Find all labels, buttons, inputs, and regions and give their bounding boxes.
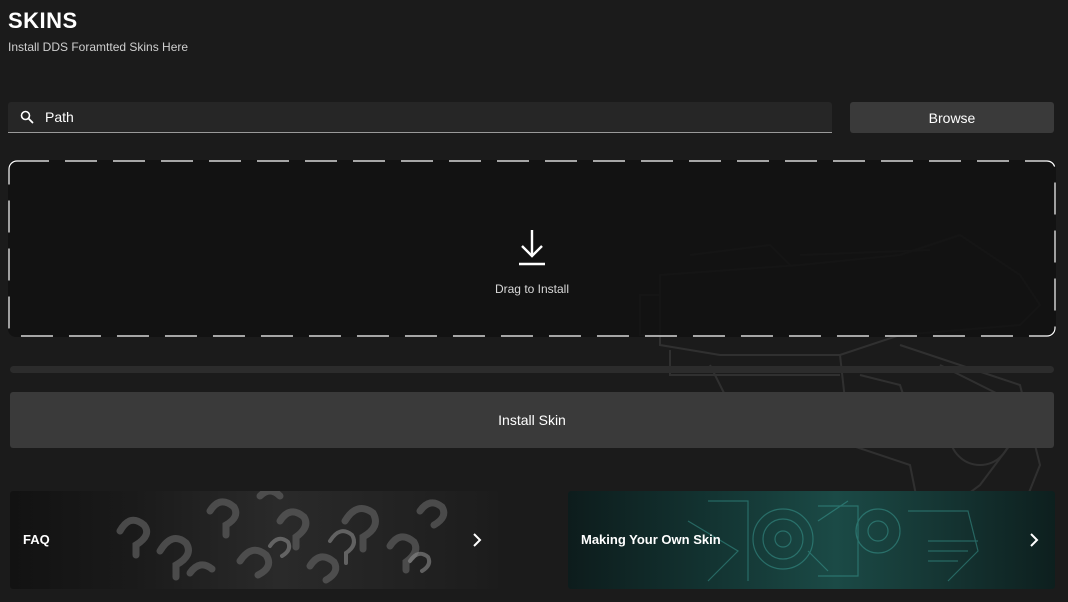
skins-page: SKINS Install DDS Foramtted Skins Here B…	[0, 0, 1068, 602]
path-input[interactable]	[45, 102, 815, 132]
making-own-skin-card-label: Making Your Own Skin	[581, 532, 721, 547]
faq-card[interactable]: FAQ	[10, 491, 498, 589]
faq-card-label: FAQ	[23, 532, 50, 547]
chevron-right-icon	[1030, 533, 1039, 547]
browse-button[interactable]: Browse	[850, 102, 1054, 133]
chevron-right-icon	[473, 533, 482, 547]
drop-zone[interactable]: Drag to Install	[8, 160, 1056, 337]
page-title: SKINS	[8, 8, 78, 33]
page-subtitle: Install DDS Foramtted Skins Here	[8, 40, 189, 54]
question-marks-artwork	[116, 491, 448, 584]
install-progress-bar	[10, 366, 1054, 373]
install-skin-button[interactable]: Install Skin	[10, 392, 1054, 448]
making-own-skin-card[interactable]: Making Your Own Skin	[568, 491, 1055, 589]
drop-zone-label: Drag to Install	[494, 282, 570, 296]
search-icon	[20, 110, 34, 124]
path-field[interactable]	[8, 102, 832, 133]
download-icon	[519, 230, 545, 266]
